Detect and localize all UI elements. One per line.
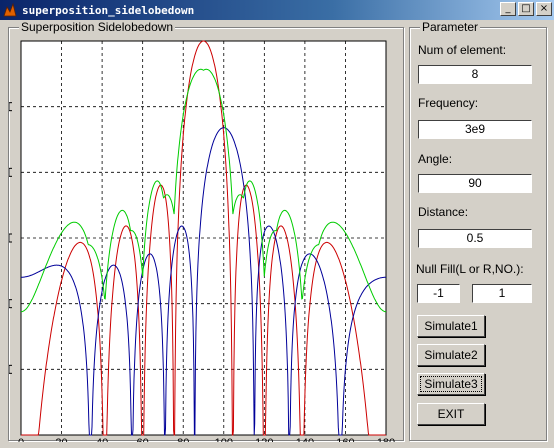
pattern-plot: 0 20 40 60 80 100 120 140 160 180 <box>9 40 395 442</box>
simulate1-button[interactable]: Simulate1 <box>417 315 485 337</box>
simulate2-button[interactable]: Simulate2 <box>417 344 485 366</box>
x-tick-label: 100 <box>215 437 233 442</box>
angle-label: Angle: <box>418 152 453 166</box>
distance-label: Distance: <box>418 205 469 219</box>
window-title: superposition_sidelobedown <box>22 3 195 17</box>
num-element-field[interactable]: 8 <box>418 65 532 84</box>
close-button[interactable]: × <box>536 2 552 16</box>
distance-field[interactable]: 0.5 <box>418 229 532 248</box>
title-bar: superposition_sidelobedown _ □ × <box>0 0 554 20</box>
x-tick-label: 160 <box>336 437 354 442</box>
maximize-button[interactable]: □ <box>518 2 534 16</box>
app-icon <box>2 2 18 18</box>
x-tick-label: 180 <box>377 437 395 442</box>
exit-button[interactable]: EXIT <box>417 403 485 425</box>
x-tick-label: 140 <box>296 437 314 442</box>
null-fill-side-field[interactable]: -1 <box>417 284 460 303</box>
x-tick-label: 20 <box>55 437 67 442</box>
simulate3-button[interactable]: Simulate3 <box>417 373 485 395</box>
parameter-panel-title: Parameter <box>420 20 481 34</box>
x-tick-label: 60 <box>137 437 149 442</box>
angle-field[interactable]: 90 <box>418 174 532 193</box>
x-tick-label: 120 <box>255 437 273 442</box>
parameter-panel: Parameter Num of element: 8 Frequency: 3… <box>409 20 547 441</box>
plot-panel: Superposition Sidelobedown 0204060801001… <box>8 20 404 442</box>
minimize-button[interactable]: _ <box>500 2 516 16</box>
frequency-label: Frequency: <box>418 96 479 110</box>
num-element-label: Num of element: <box>418 43 507 57</box>
x-tick-label: 0 <box>18 437 24 442</box>
frequency-field[interactable]: 3e9 <box>418 120 532 139</box>
x-tick-label: 40 <box>96 437 108 442</box>
null-fill-label: Null Fill(L or R,NO.): <box>416 262 524 276</box>
null-fill-number-field[interactable]: 1 <box>472 284 532 303</box>
x-tick-label: 80 <box>177 437 189 442</box>
